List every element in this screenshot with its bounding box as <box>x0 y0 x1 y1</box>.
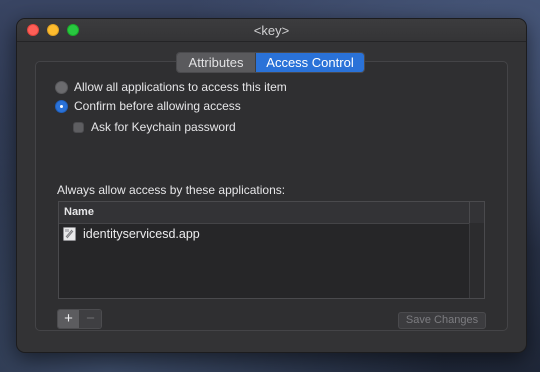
allow-all-label: Allow all applications to access this it… <box>74 80 287 94</box>
ask-password-checkbox[interactable] <box>73 121 84 133</box>
keychain-item-window: <key> Attributes Access Control Allow al… <box>16 18 527 353</box>
add-application-button[interactable]: + <box>58 310 80 328</box>
column-divider <box>469 202 470 223</box>
column-header-name[interactable]: Name <box>64 206 94 218</box>
table-scrollbar[interactable] <box>469 223 484 298</box>
window-title: <key> <box>253 23 290 38</box>
remove-application-button[interactable]: − <box>80 310 101 328</box>
apps-table[interactable]: Name identityservicesd.app <box>58 201 485 299</box>
table-header: Name <box>59 202 484 224</box>
apps-section-label: Always allow access by these application… <box>57 183 286 197</box>
table-row[interactable]: identityservicesd.app <box>63 225 200 243</box>
confirm-radio[interactable] <box>55 99 68 113</box>
access-control-panel: Allow all applications to access this it… <box>35 61 508 331</box>
ask-password-option[interactable]: Ask for Keychain password <box>73 120 236 134</box>
add-remove-buttons: + − <box>57 309 102 329</box>
app-icon <box>63 227 76 241</box>
confirm-option[interactable]: Confirm before allowing access <box>55 99 241 113</box>
title-bar[interactable]: <key> <box>17 19 526 42</box>
save-changes-button[interactable]: Save Changes <box>398 312 486 329</box>
tab-bar: Attributes Access Control <box>176 52 365 73</box>
ask-password-label: Ask for Keychain password <box>91 120 236 134</box>
app-name: identityservicesd.app <box>83 227 200 241</box>
allow-all-radio[interactable] <box>55 80 68 94</box>
tab-access-control[interactable]: Access Control <box>256 53 364 72</box>
tab-attributes[interactable]: Attributes <box>177 53 256 72</box>
confirm-label: Confirm before allowing access <box>74 99 241 113</box>
allow-all-option[interactable]: Allow all applications to access this it… <box>55 80 287 94</box>
